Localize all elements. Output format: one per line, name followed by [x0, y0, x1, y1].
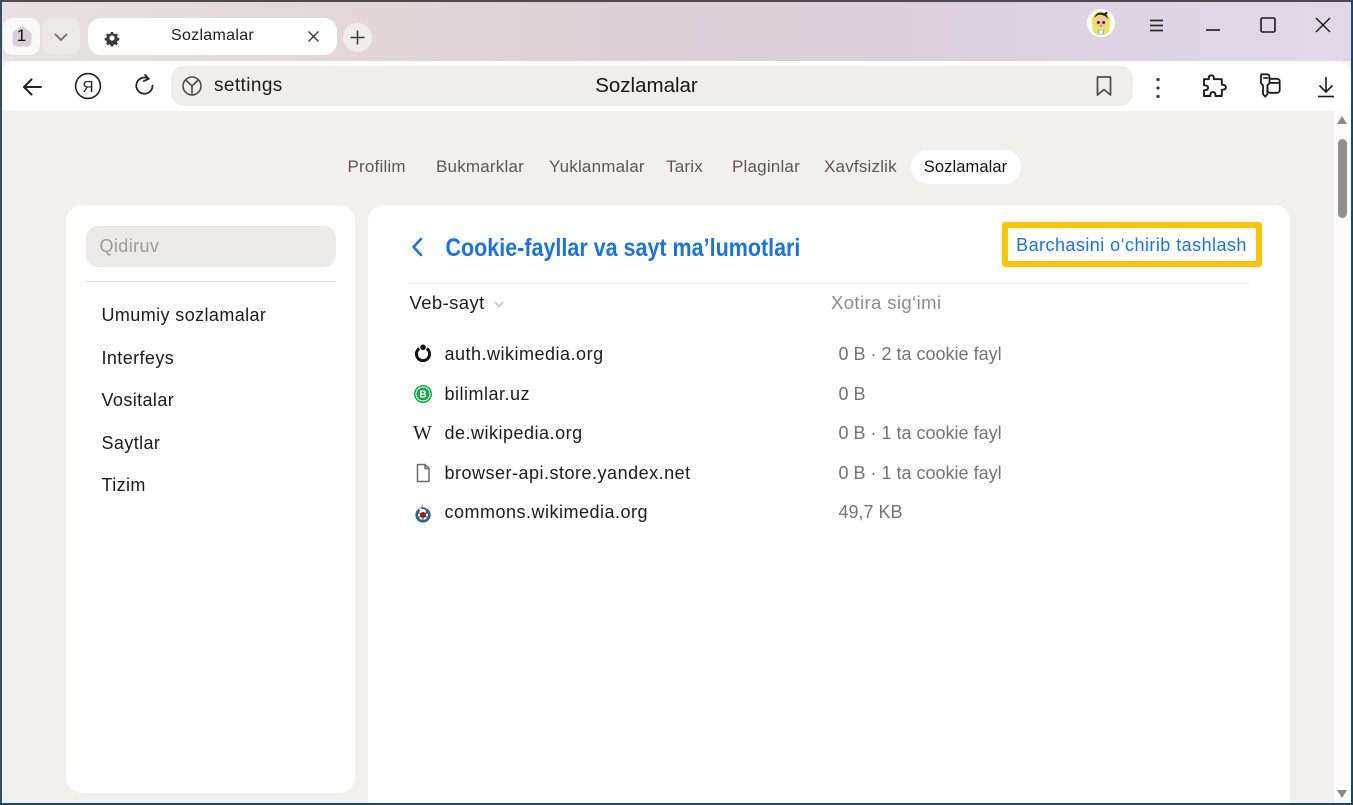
svg-text:Я: Я	[82, 79, 93, 96]
svg-text:B: B	[419, 390, 426, 401]
